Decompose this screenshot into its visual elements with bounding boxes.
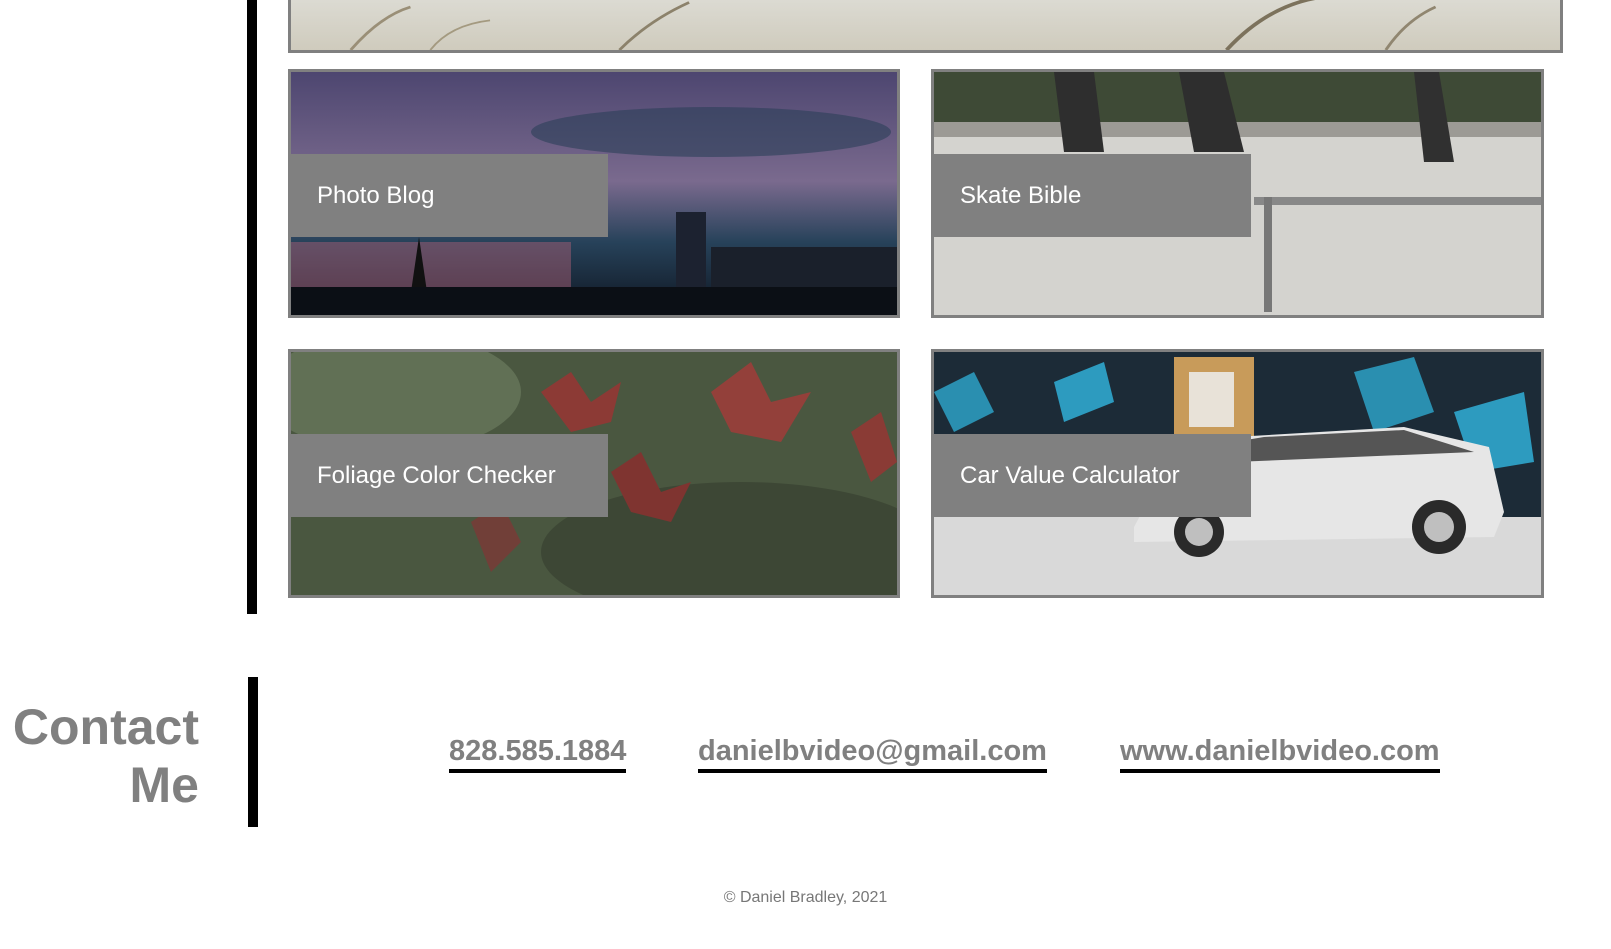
project-label: Car Value Calculator	[934, 434, 1251, 517]
phone-link[interactable]: 828.585.1884	[449, 733, 627, 773]
project-card-photo-blog[interactable]: Photo Blog	[288, 69, 900, 318]
contact-heading: Contact Me	[13, 698, 199, 814]
projects-divider	[247, 0, 257, 614]
top-banner-image	[288, 0, 1563, 53]
email-link[interactable]: danielbvideo@gmail.com	[698, 733, 1047, 773]
website-link[interactable]: www.danielbvideo.com	[1120, 733, 1440, 773]
contact-heading-line1: Contact	[12, 699, 199, 755]
project-label: Photo Blog	[291, 154, 608, 237]
project-label: Skate Bible	[934, 154, 1251, 237]
contact-heading-line2: Me	[129, 757, 199, 813]
grass-image	[349, 0, 1437, 50]
project-label: Foliage Color Checker	[291, 434, 608, 517]
project-card-skate-bible[interactable]: Skate Bible	[931, 69, 1544, 318]
copyright-text: © Daniel Bradley, 2021	[723, 889, 888, 906]
project-card-foliage-color-checker[interactable]: Foliage Color Checker	[288, 349, 900, 598]
contact-divider	[248, 677, 258, 827]
project-card-car-value-calculator[interactable]: Car Value Calculator	[931, 349, 1544, 598]
